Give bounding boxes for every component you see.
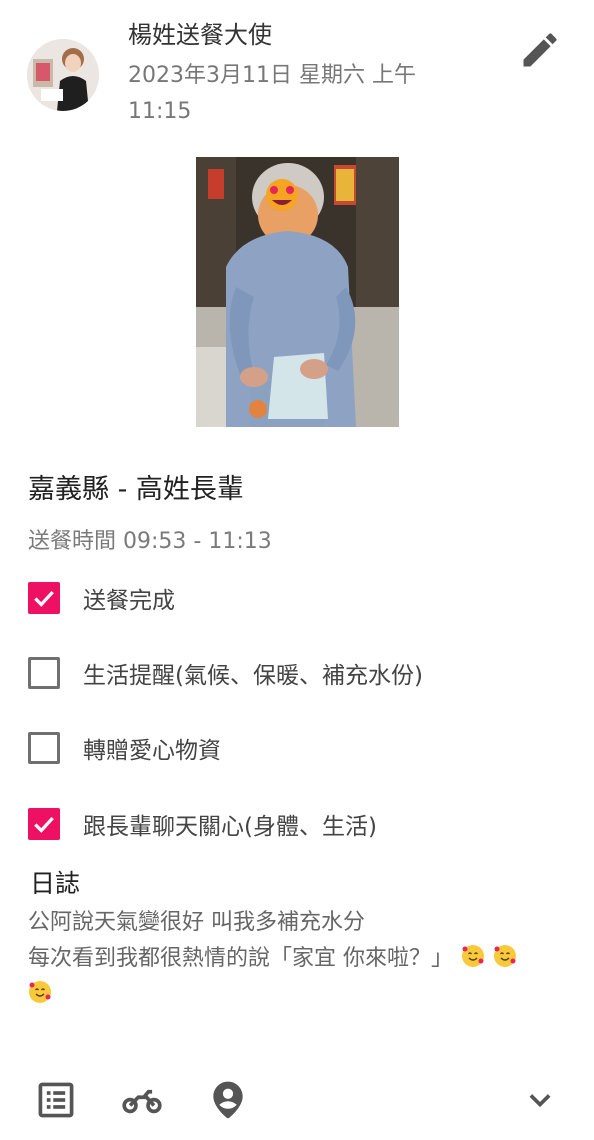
author-avatar [27, 39, 99, 111]
chevron-down-icon [529, 1094, 551, 1108]
smiling-face-with-hearts-icon [462, 945, 484, 967]
check-icon [34, 816, 54, 833]
record-title: 嘉義縣 - 高姓長輩 [28, 474, 244, 505]
journal-line: 公阿說天氣變很好 叫我多補充水分 [28, 910, 365, 935]
checklist-label: 送餐完成 [83, 588, 175, 614]
checklist-item-donation-transfer[interactable]: 轉贈愛心物資 [28, 730, 221, 766]
edit-button[interactable] [518, 28, 562, 72]
check-icon [34, 590, 54, 607]
post-datetime: 2023年3月11日 星期六 上午 11:15 [128, 63, 416, 124]
journal-line: 每次看到我都很熱情的說「家宜 你來啦？」 [28, 941, 573, 977]
list-alt-icon [38, 1082, 74, 1118]
checklist-label: 跟長輩聊天關心(身體、生活) [83, 814, 377, 840]
journal-heading: 日誌 [30, 869, 81, 898]
checkbox-unchecked[interactable] [28, 732, 60, 764]
checkbox-checked[interactable] [28, 582, 60, 614]
smiling-face-with-hearts-icon [494, 945, 516, 967]
delivery-time: 送餐時間 09:53 - 11:13 [28, 529, 272, 554]
checklist-label: 生活提醒(氣候、保暖、補充水份) [83, 663, 423, 689]
smiling-face-with-hearts-icon [29, 981, 51, 1003]
list-button[interactable] [34, 1078, 78, 1122]
motorcycle-icon [122, 1089, 162, 1114]
checklist-item-chat-care[interactable]: 跟長輩聊天關心(身體、生活) [28, 806, 377, 842]
delivery-route-button[interactable] [120, 1078, 164, 1122]
checklist-item-delivery-done[interactable]: 送餐完成 [28, 580, 175, 616]
journal-line [28, 977, 573, 1013]
person-location-button[interactable] [206, 1078, 250, 1122]
edit-pencil-icon [523, 33, 557, 67]
checkbox-unchecked[interactable] [28, 657, 60, 689]
person-pin-icon [213, 1081, 243, 1119]
checkbox-checked[interactable] [28, 808, 60, 840]
journal-line-text: 每次看到我都很熱情的說「家宜 你來啦？」 [28, 946, 453, 971]
checklist-label: 轉贈愛心物資 [83, 738, 221, 764]
expand-button[interactable] [518, 1078, 562, 1122]
delivery-photo[interactable] [196, 157, 399, 427]
author-name: 楊姓送餐大使 [128, 21, 272, 49]
checklist-item-life-reminder[interactable]: 生活提醒(氣候、保暖、補充水份) [28, 655, 423, 691]
